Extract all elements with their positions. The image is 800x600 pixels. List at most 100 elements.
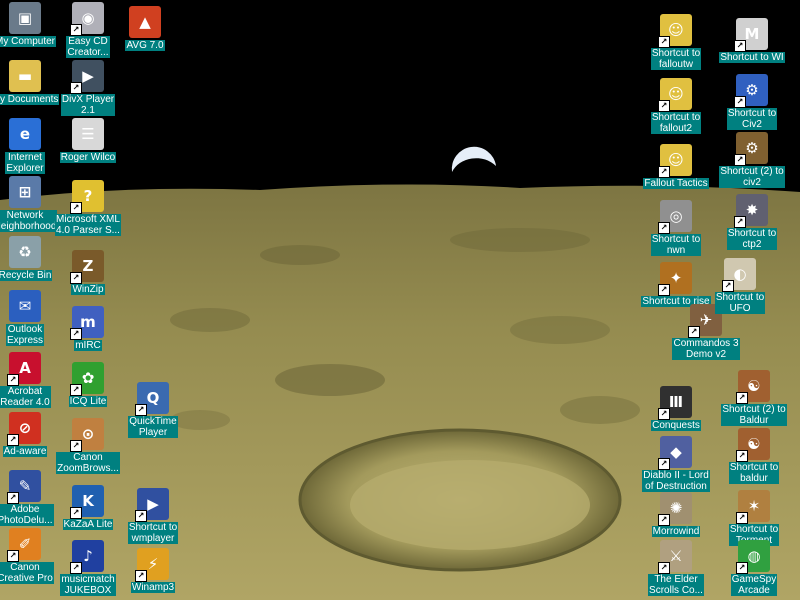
desktop-icon[interactable]: ▲ AVG 7.0: [107, 6, 183, 51]
vault-boy-icon: ☺ ↗: [658, 14, 692, 48]
desktop-icon-label: WinZip: [71, 284, 105, 295]
computer-icon: ▣: [9, 2, 41, 34]
desktop-icon[interactable]: ☺ ↗ Fallout Tactics: [638, 144, 714, 189]
desktop-icon[interactable]: ☺ ↗ Shortcut to falloutw: [638, 14, 714, 70]
desktop-icon-label: Canon ZoomBrows...: [56, 452, 120, 474]
torment-icon: ✶ ↗: [736, 490, 770, 524]
desktop-icon[interactable]: ⚔ ↗ The Elder Scrolls Co...: [638, 540, 714, 596]
elder-scrolls-icon: ⚔ ↗: [658, 540, 692, 574]
shortcut-arrow-icon: ↗: [736, 562, 748, 574]
desktop-icon-label: Shortcut to baldur: [728, 462, 780, 484]
cd-icon: ◉ ↗: [70, 2, 104, 36]
desktop-icon[interactable]: ✶↗Shortcut to Torment: [716, 490, 792, 546]
desktop-icon-label: Shortcut to ctp2: [726, 228, 778, 250]
desktop-icon-label: mIRC: [74, 340, 102, 351]
shortcut-arrow-icon: ↗: [658, 100, 670, 112]
desktop-icon-label: Shortcut (2) to Baldur: [721, 404, 787, 426]
desktop-icon-label: The Elder Scrolls Co...: [648, 574, 704, 596]
desktop-icon[interactable]: ☰ Roger Wilco: [50, 118, 126, 163]
desktop-icon[interactable]: Q ↗ QuickTime Player: [115, 382, 191, 438]
desktop-icon-label: Ad-aware: [2, 446, 48, 457]
desktop-icon[interactable]: Z ↗ WinZip: [50, 250, 126, 295]
nwn-icon: ◎ ↗: [658, 200, 692, 234]
desktop-icon-label: Shortcut to falloutw: [650, 48, 702, 70]
desktop-icon[interactable]: ✸ ↗ Shortcut to ctp2: [714, 194, 790, 250]
help-icon: ? ↗: [70, 180, 104, 214]
shortcut-arrow-icon: ↗: [734, 96, 746, 108]
desktop-icon[interactable]: ? ↗ Microsoft XML 4.0 Parser S...: [50, 180, 126, 236]
desktop-icon-label: Commandos 3 Demo v2: [672, 338, 740, 360]
desktop-icon-label: Fallout Tactics: [643, 178, 709, 189]
shortcut-arrow-icon: ↗: [658, 284, 670, 296]
desktop-icon-label: Diablo II - Lord of Destruction: [642, 470, 710, 492]
vault-boy-icon: ☺ ↗: [658, 144, 692, 178]
desktop-icon[interactable]: ⚡ ↗ Winamp3: [115, 548, 191, 593]
desktop-icon[interactable]: ☯ ↗ Shortcut (2) to Baldur: [716, 370, 792, 426]
desktop-icon-label: Shortcut (2) to civ2: [719, 166, 785, 188]
quicktime-icon: Q ↗: [135, 382, 169, 416]
shortcut-arrow-icon: ↗: [7, 434, 19, 446]
desktop-icon-label: DivX Player 2.1: [60, 94, 116, 116]
desktop[interactable]: ▣My Computer▬My DocumentseInternet Explo…: [0, 0, 800, 600]
shortcut-arrow-icon: ↗: [135, 404, 147, 416]
shortcut-arrow-icon: ↗: [135, 570, 147, 582]
avg-icon: ▲: [129, 6, 161, 38]
divx-icon: ▶ ↗: [70, 60, 104, 94]
outlook-express-icon: ✉: [9, 290, 41, 322]
desktop-icon-label: GameSpy Arcade: [730, 574, 778, 596]
desktop-icon-label: ICQ Lite: [68, 396, 108, 407]
desktop-icon[interactable]: m ↗ mIRC: [50, 306, 126, 351]
desktop-icon-label: Network Neighborhood: [0, 210, 58, 232]
shortcut-arrow-icon: ↗: [722, 280, 734, 292]
desktop-icon-label: Recycle Bin: [0, 270, 53, 281]
desktop-icon-label: Shortcut to WI: [719, 52, 785, 63]
shortcut-arrow-icon: ↗: [658, 222, 670, 234]
desktop-icon[interactable]: ◍ ↗ GameSpy Arcade: [716, 540, 792, 596]
desktop-icon[interactable]: ✺ ↗ Morrowind: [638, 492, 714, 537]
desktop-icon[interactable]: ▶ ↗ Shortcut to wmplayer: [115, 488, 191, 544]
desktop-icon-label: My Computer: [0, 36, 56, 47]
winzip-icon: Z ↗: [70, 250, 104, 284]
winamp-icon: ⚡ ↗: [135, 548, 169, 582]
desktop-icon-label: Adobe PhotoDelu...: [0, 504, 54, 526]
shortcut-arrow-icon: ↗: [70, 562, 82, 574]
shortcut-arrow-icon: ↗: [658, 458, 670, 470]
desktop-icon[interactable]: ◎ ↗ Shortcut to nwn: [638, 200, 714, 256]
desktop-icon[interactable]: M ↗ Shortcut to WI: [714, 18, 790, 63]
kazaa-icon: K ↗: [70, 485, 104, 519]
desktop-icon[interactable]: ◐ ↗ Shortcut to UFO: [702, 258, 778, 314]
desktop-icon[interactable]: ⚙ ↗ Shortcut (2) to civ2: [714, 132, 790, 188]
desktop-icon[interactable]: ▶ ↗ DivX Player 2.1: [50, 60, 126, 116]
shortcut-arrow-icon: ↗: [135, 510, 147, 522]
desktop-icon[interactable]: ⚙ ↗ Shortcut to Civ2: [714, 74, 790, 130]
shortcut-arrow-icon: ↗: [658, 166, 670, 178]
desktop-icon-label: Shortcut to fallout2: [650, 112, 702, 134]
musicmatch-icon: ♪ ↗: [70, 540, 104, 574]
shortcut-arrow-icon: ↗: [658, 408, 670, 420]
desktop-icon-label: Shortcut to Civ2: [726, 108, 778, 130]
ctp2-icon: ✸ ↗: [734, 194, 768, 228]
conquests-icon: Ⅲ ↗: [658, 386, 692, 420]
vault-boy-icon: ☺ ↗: [658, 78, 692, 112]
photodeluxe-icon: ✎ ↗: [7, 470, 41, 504]
desktop-icon[interactable]: ☺ ↗ Shortcut to fallout2: [638, 78, 714, 134]
roger-wilco-icon: ☰: [72, 118, 104, 150]
desktop-icon-label: Internet Explorer: [5, 152, 45, 174]
desktop-icon-label: AVG 7.0: [125, 40, 165, 51]
desktop-icon[interactable]: ☯ ↗ Shortcut to baldur: [716, 428, 792, 484]
desktop-icon[interactable]: Ⅲ ↗ Conquests: [638, 386, 714, 431]
desktop-icon-label: Canon Creative Pro: [0, 562, 54, 584]
desktop-icon[interactable]: ◆ ↗ Diablo II - Lord of Destruction: [638, 436, 714, 492]
shortcut-arrow-icon: ↗: [658, 562, 670, 574]
desktop-icon-label: Shortcut to nwn: [650, 234, 702, 256]
desktop-icon-label: musicmatch JUKEBOX: [60, 574, 116, 596]
desktop-icon-label: Shortcut to UFO: [714, 292, 766, 314]
adaware-icon: ⊘ ↗: [7, 412, 41, 446]
shortcut-arrow-icon: ↗: [70, 272, 82, 284]
desktop-icon-label: Roger Wilco: [59, 152, 117, 163]
desktop-icon-label: Shortcut to wmplayer: [127, 522, 179, 544]
ufo-icon: ◐ ↗: [722, 258, 756, 292]
shortcut-arrow-icon: ↗: [658, 514, 670, 526]
desktop-icon-label: KaZaA Lite: [62, 519, 114, 530]
network-icon: ⊞: [9, 176, 41, 208]
